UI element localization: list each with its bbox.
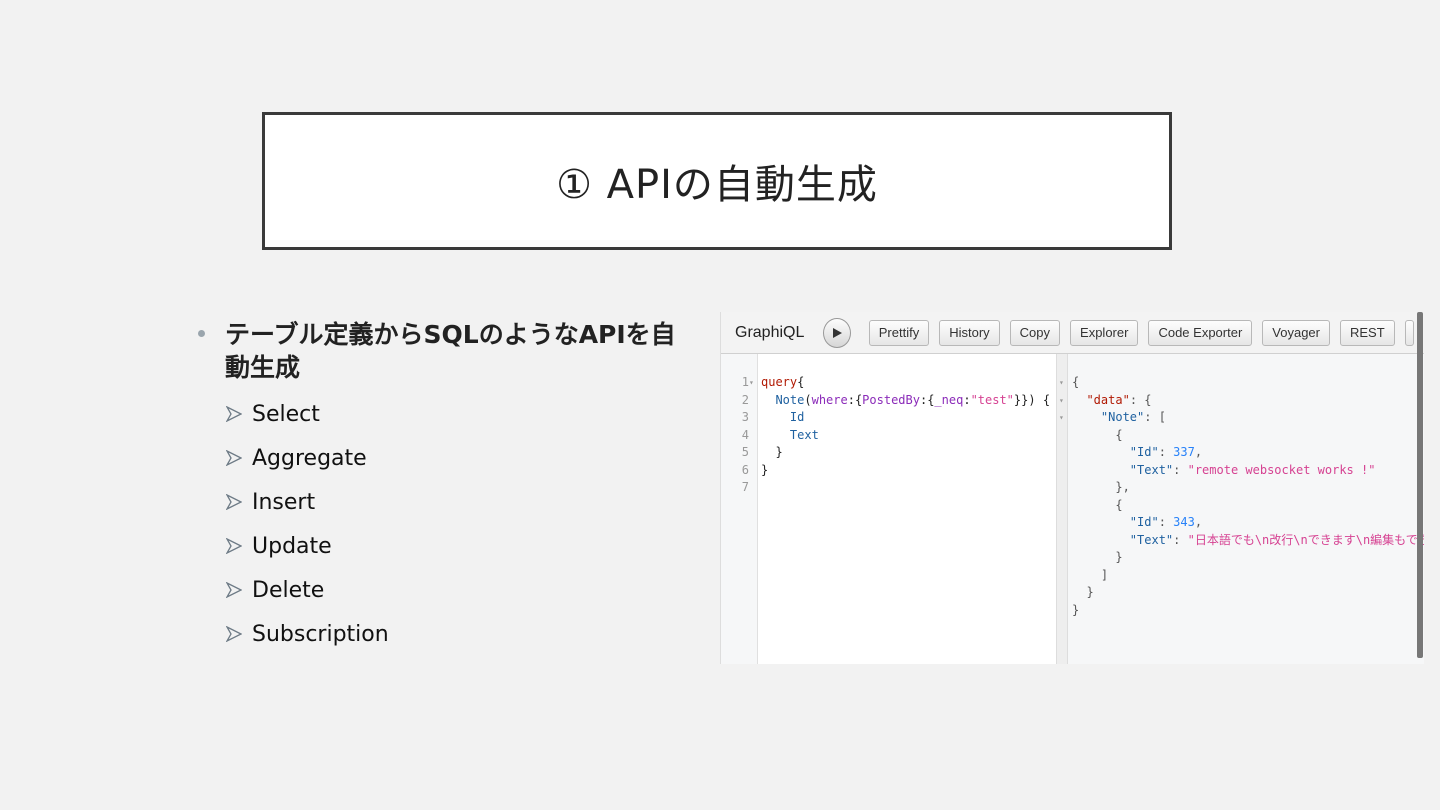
fold-arrow-icon[interactable]: ▾ xyxy=(749,374,757,392)
result-json: { "data": { "Note": [ { "Id": 337, "Text… xyxy=(1072,375,1424,617)
graphiql-screenshot: GraphiQL Prettify History Copy Explorer … xyxy=(720,312,1424,664)
code-exporter-button[interactable]: Code Exporter xyxy=(1148,319,1253,346)
vertical-scrollbar[interactable] xyxy=(1417,312,1423,658)
bullet-list: テーブル定義からSQLのようなAPIを自動生成 Select Aggregate… xyxy=(198,318,678,656)
query-editor[interactable]: 1 2 3 4 5 6 7 ▾ query{ Note(where:{Poste… xyxy=(721,354,1056,664)
slide-title-box: ① APIの自動生成 xyxy=(262,112,1172,250)
result-pane: { "data": { "Note": [ { "Id": 337, "Text… xyxy=(1068,354,1424,664)
rest-button[interactable]: REST xyxy=(1339,319,1395,346)
main-bullet-text: テーブル定義からSQLのようなAPIを自動生成 xyxy=(225,320,676,382)
sub-bullet-label: Aggregate xyxy=(252,445,367,471)
chevron-right-arrow-icon xyxy=(226,582,246,598)
sub-bullet-label: Update xyxy=(252,533,332,559)
sub-bullet-label: Insert xyxy=(252,489,316,515)
main-bullet: テーブル定義からSQLのようなAPIを自動生成 xyxy=(198,318,678,384)
graphiql-logo: GraphiQL xyxy=(735,323,805,341)
line-numbers: 1 2 3 4 5 6 7 xyxy=(741,375,749,494)
chevron-right-arrow-icon xyxy=(226,494,246,510)
explorer-button[interactable]: Explorer xyxy=(1070,319,1139,346)
bullet-dot-icon xyxy=(198,330,205,337)
sub-bullet-update: Update xyxy=(226,524,678,568)
sub-bullet-select: Select xyxy=(226,392,678,436)
chevron-right-arrow-icon xyxy=(226,406,246,422)
sub-bullet-subscription: Subscription xyxy=(226,612,678,656)
graphiql-toolbar: GraphiQL Prettify History Copy Explorer … xyxy=(721,312,1424,354)
voyager-button[interactable]: Voyager xyxy=(1262,319,1330,346)
sub-bullet-label: Subscription xyxy=(252,621,389,647)
sub-bullet-list: Select Aggregate Insert Update Delete Su… xyxy=(226,392,678,656)
query-text[interactable]: query{ Note(where:{PostedBy:{_neq:"test"… xyxy=(761,374,1050,479)
chevron-right-arrow-icon xyxy=(226,450,246,466)
play-icon xyxy=(832,327,842,338)
sub-bullet-label: Delete xyxy=(252,577,325,603)
copy-button[interactable]: Copy xyxy=(1009,319,1061,346)
execute-query-button[interactable] xyxy=(823,317,851,348)
sub-bullet-insert: Insert xyxy=(226,480,678,524)
sub-bullet-label: Select xyxy=(252,401,320,427)
chevron-right-arrow-icon xyxy=(226,538,246,554)
chevron-right-arrow-icon xyxy=(226,626,246,642)
prettify-button[interactable]: Prettify xyxy=(868,319,930,346)
sub-bullet-aggregate: Aggregate xyxy=(226,436,678,480)
slide-title: ① APIの自動生成 xyxy=(556,162,878,208)
sub-bullet-delete: Delete xyxy=(226,568,678,612)
result-fold-arrows: ▾ ▾ ▾ xyxy=(1059,378,1064,422)
more-button[interactable] xyxy=(1404,319,1414,346)
history-button[interactable]: History xyxy=(939,319,1000,346)
